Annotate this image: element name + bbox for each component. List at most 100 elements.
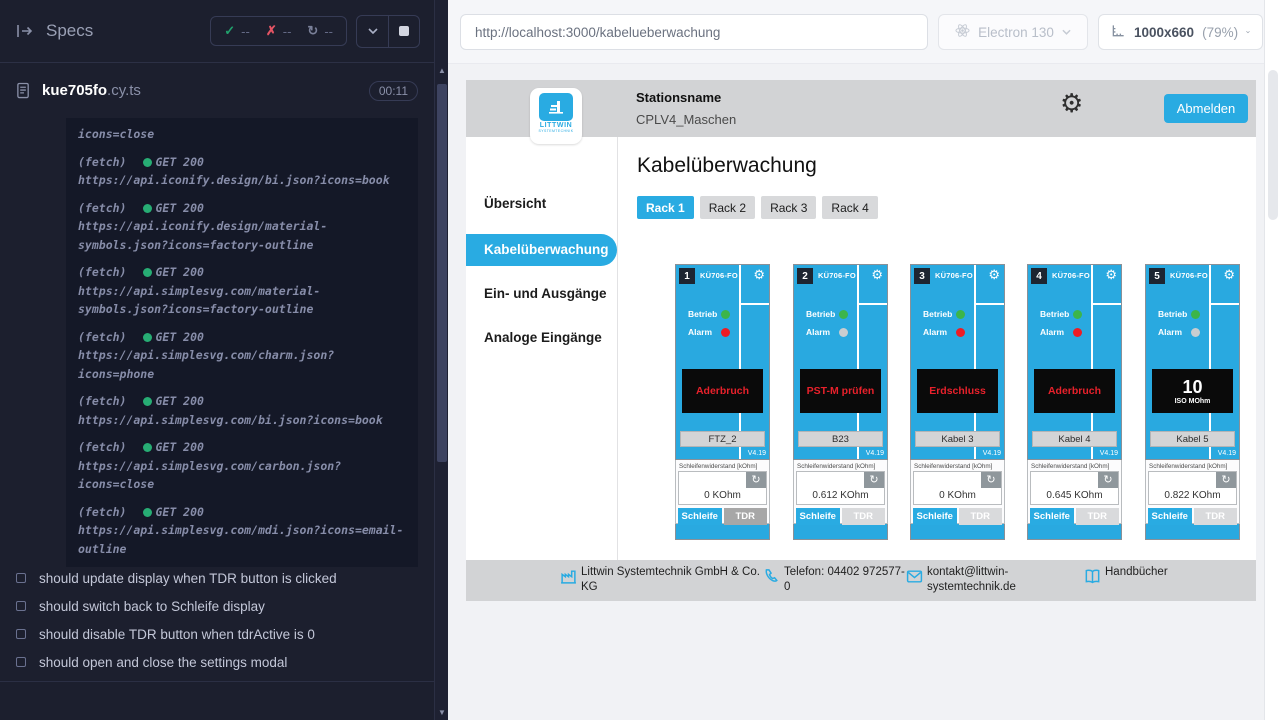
device-model: KÜ706-FO	[1052, 271, 1090, 280]
test-state-icon	[16, 629, 26, 639]
tdr-button[interactable]: TDR	[1194, 508, 1238, 525]
log-entry: (fetch)GET 200https://api.simplesvg.com/…	[78, 503, 416, 559]
footer-item-kontakt-littwin-systemtechnik-de: kontakt@littwin-systemtechnik.de	[906, 560, 1036, 601]
sidebar-item-analoge-eing-nge[interactable]: Analoge Eingänge	[466, 324, 617, 352]
schleife-button[interactable]: Schleife	[678, 508, 722, 525]
status-dot-icon	[143, 508, 152, 517]
scroll-up-icon[interactable]: ▲	[435, 66, 449, 75]
failed-stat: ✗--	[266, 23, 292, 39]
viewport-selector[interactable]: 1000x660 (79%)	[1098, 14, 1263, 50]
http-status: GET 200	[155, 505, 203, 519]
refresh-icon[interactable]: ↻	[1216, 472, 1236, 488]
refresh-icon[interactable]: ↻	[746, 472, 766, 488]
schleife-button[interactable]: Schleife	[1030, 508, 1074, 525]
request-url: https://api.simplesvg.com/material-	[78, 282, 416, 301]
divider	[974, 265, 976, 459]
passed-count: --	[241, 24, 250, 39]
device-settings-icon[interactable]: ⚙	[871, 267, 883, 283]
chevron-down-icon[interactable]	[357, 16, 388, 47]
browser-selector[interactable]: Electron 130	[938, 14, 1088, 50]
log-entry: (fetch)GET 200https://api.simplesvg.com/…	[78, 438, 416, 494]
settings-gear-icon[interactable]: ⚙	[1060, 90, 1083, 116]
device-settings-icon[interactable]: ⚙	[1105, 267, 1117, 283]
viewport-size: 1000x660	[1134, 25, 1194, 40]
footer-item-handb-cher[interactable]: Handbücher	[1084, 560, 1204, 601]
tab-rack-1[interactable]: Rack 1	[637, 196, 694, 219]
tab-rack-4[interactable]: Rack 4	[822, 196, 877, 219]
sidebar-item-kabel-berwachung[interactable]: Kabelüberwachung	[466, 234, 617, 266]
divider	[1211, 303, 1239, 305]
schleife-button[interactable]: Schleife	[913, 508, 957, 525]
device-card-5: 5KÜ706-FO⚙BetriebAlarmKabel 5V4.1910ISO …	[1145, 264, 1240, 540]
card-strip	[793, 524, 888, 540]
test-item[interactable]: should open and close the settings modal	[16, 648, 418, 676]
tdr-button[interactable]: TDR	[724, 508, 768, 525]
alarm-label: Alarm	[1040, 327, 1073, 337]
alarm-message: Erdschluss	[929, 385, 986, 397]
resistance-label: Schleifenwiderstand [kOhm]	[797, 463, 885, 470]
test-item[interactable]: should disable TDR button when tdrActive…	[16, 620, 418, 648]
tdr-button[interactable]: TDR	[959, 508, 1003, 525]
browser-bar: http://localhost:3000/kabelueberwachung …	[448, 0, 1280, 64]
littwin-logo-icon	[539, 93, 573, 121]
schleife-button[interactable]: Schleife	[796, 508, 840, 525]
device-model: KÜ706-FO	[1170, 271, 1208, 280]
status-display: Aderbruch	[682, 369, 763, 413]
logout-button[interactable]: Abmelden	[1164, 94, 1248, 123]
test-item[interactable]: should switch back to Schleife display	[16, 592, 418, 620]
display-value: 10	[1182, 377, 1202, 397]
device-settings-icon[interactable]: ⚙	[753, 267, 765, 283]
request-url: icons=phone	[78, 365, 416, 384]
screenshot-root: Specs ✓-- ✗-- ↻-- kue705fo.cy.ts 00:11 i…	[0, 0, 1280, 720]
device-card-2: 2KÜ706-FO⚙BetriebAlarmB23V4.19PST-M prüf…	[793, 264, 888, 540]
fetch-label: (fetch)	[78, 505, 126, 519]
check-icon: ✓	[224, 23, 235, 39]
sidebar-item-bersicht[interactable]: Übersicht	[466, 190, 617, 218]
device-settings-icon[interactable]: ⚙	[1223, 267, 1235, 283]
test-state-icon	[16, 657, 26, 667]
resistance-label: Schleifenwiderstand [kOhm]	[1149, 463, 1237, 470]
refresh-icon: ↻	[307, 23, 318, 39]
scrollbar-thumb[interactable]	[437, 84, 447, 462]
tab-rack-3[interactable]: Rack 3	[761, 196, 816, 219]
chevron-down-icon	[1062, 29, 1071, 35]
panel-scrollbar[interactable]: ▲ ▼	[434, 0, 448, 720]
refresh-icon[interactable]: ↻	[1098, 472, 1118, 488]
tab-rack-2[interactable]: Rack 2	[700, 196, 755, 219]
pending-stat: ↻--	[307, 23, 333, 39]
stop-button[interactable]	[388, 16, 419, 47]
card-strip	[910, 524, 1005, 540]
betrieb-led	[956, 310, 965, 319]
test-item[interactable]: should update display when TDR button is…	[16, 564, 418, 592]
sidebar-toggle-icon[interactable]	[14, 21, 34, 41]
url-bar[interactable]: http://localhost:3000/kabelueberwachung	[460, 14, 928, 50]
app-scrollbar[interactable]	[1264, 0, 1280, 720]
log-entry: (fetch)GET 200https://api.iconify.design…	[78, 199, 416, 255]
logo-text: LITTWIN	[530, 122, 582, 129]
tdr-button[interactable]: TDR	[842, 508, 886, 525]
schleife-button[interactable]: Schleife	[1148, 508, 1192, 525]
scroll-down-icon[interactable]: ▼	[435, 708, 449, 717]
device-settings-icon[interactable]: ⚙	[988, 267, 1000, 283]
device-model: KÜ706-FO	[700, 271, 738, 280]
status-display: Erdschluss	[917, 369, 998, 413]
http-status: GET 200	[155, 394, 203, 408]
spec-row[interactable]: kue705fo.cy.ts 00:11	[0, 63, 434, 118]
log-entry: icons=close	[78, 125, 416, 144]
sidebar-item-ein-und-ausg-nge[interactable]: Ein- und Ausgänge	[466, 280, 617, 308]
failed-count: --	[283, 24, 292, 39]
resistance-label: Schleifenwiderstand [kOhm]	[1031, 463, 1119, 470]
log-entry: (fetch)GET 200https://api.simplesvg.com/…	[78, 328, 416, 384]
scrollbar-thumb[interactable]	[1268, 70, 1278, 220]
betrieb-led	[1191, 310, 1200, 319]
alarm-message: PST-M prüfen	[807, 385, 875, 397]
test-state-icon	[16, 573, 26, 583]
refresh-icon[interactable]: ↻	[864, 472, 884, 488]
tdr-button[interactable]: TDR	[1076, 508, 1120, 525]
firmware-version: V4.19	[866, 450, 884, 457]
refresh-icon[interactable]: ↻	[981, 472, 1001, 488]
alarm-label: Alarm	[923, 327, 956, 337]
betrieb-led	[1073, 310, 1082, 319]
resistance-box: ↻0.612 KOhm	[796, 471, 885, 505]
app-header: LITTWIN SYSTEMTECHNIK Stationsname CPLV4…	[466, 80, 1256, 137]
